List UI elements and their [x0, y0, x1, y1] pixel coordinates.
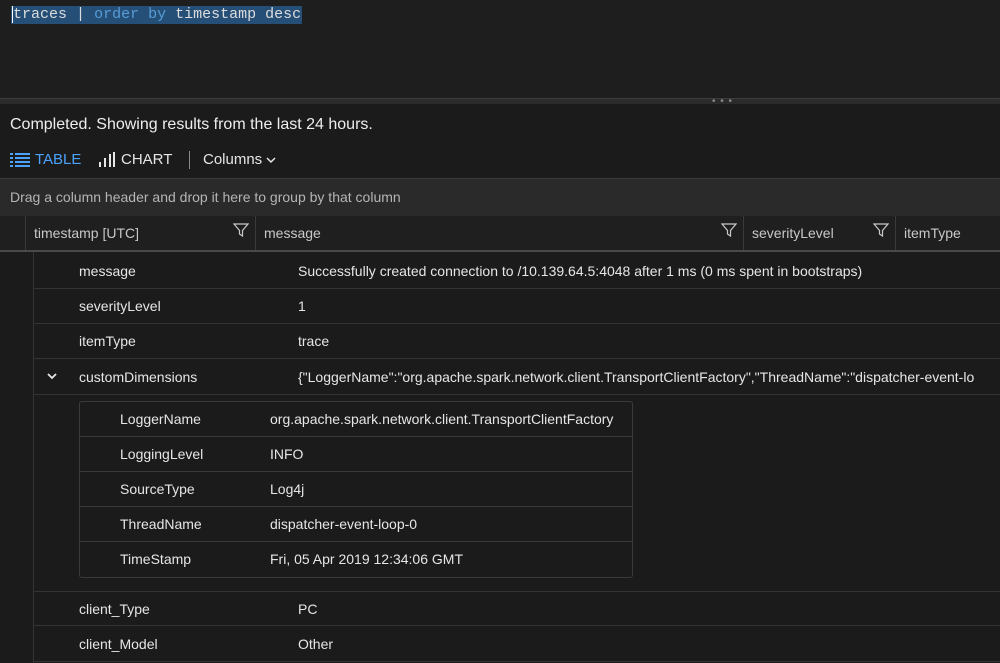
- nested-key: TimeStamp: [120, 551, 192, 567]
- columns-dropdown[interactable]: Columns: [203, 148, 281, 172]
- detail-row-client-type: client_Type PC: [33, 591, 1000, 626]
- group-by-drop-zone[interactable]: Drag a column header and drop it here to…: [0, 178, 1000, 217]
- bar-chart-icon: [99, 152, 115, 167]
- column-header-label: itemType: [904, 225, 961, 241]
- nested-value: org.apache.spark.network.client.Transpor…: [270, 411, 614, 427]
- detail-key: customDimensions: [79, 369, 198, 385]
- detail-row-itemtype: itemType trace: [33, 324, 1000, 359]
- detail-value: {"LoggerName":"org.apache.spark.network.…: [298, 369, 975, 385]
- detail-value: Other: [298, 636, 334, 652]
- group-by-hint: Drag a column header and drop it here to…: [10, 189, 401, 205]
- detail-key: client_Type: [79, 601, 150, 617]
- results-header: timestamp [UTC] message severityLevel it…: [0, 216, 1000, 252]
- detail-row-message: message Successfully created connection …: [33, 254, 1000, 289]
- query-text[interactable]: traces | order by timestamp desc: [11, 6, 303, 24]
- nested-row: LoggerName org.apache.spark.network.clie…: [80, 402, 632, 437]
- query-direction: desc: [265, 6, 302, 23]
- toolbar-divider: [189, 151, 190, 169]
- nested-key: LoggerName: [120, 411, 201, 427]
- nested-key: SourceType: [120, 481, 195, 497]
- column-header-message[interactable]: message: [255, 216, 743, 250]
- filter-icon[interactable]: [721, 222, 737, 238]
- column-header-label: timestamp [UTC]: [34, 225, 140, 241]
- detail-row-client-model: client_Model Other: [33, 627, 1000, 662]
- detail-key: message: [79, 263, 136, 279]
- query-pipe: |: [76, 6, 86, 23]
- expand-column-header: [0, 216, 25, 250]
- nested-key: LoggingLevel: [120, 446, 204, 462]
- query-editor[interactable]: traces | order by timestamp desc: [0, 0, 1000, 98]
- nested-row: ThreadName dispatcher-event-loop-0: [80, 507, 632, 542]
- column-header-severity[interactable]: severityLevel: [743, 216, 895, 250]
- detail-row-customdimensions[interactable]: customDimensions {"LoggerName":"org.apac…: [33, 360, 1000, 395]
- filter-icon[interactable]: [233, 222, 249, 238]
- query-table: traces: [12, 6, 68, 23]
- chart-view-label: CHART: [121, 151, 173, 168]
- detail-value: PC: [298, 601, 318, 617]
- query-keyword: order by: [94, 6, 167, 23]
- custom-dimensions-table: LoggerName org.apache.spark.network.clie…: [79, 401, 633, 578]
- table-view-label: TABLE: [35, 151, 82, 168]
- detail-row-severitylevel: severityLevel 1: [33, 289, 1000, 324]
- nested-value: Log4j: [270, 481, 305, 497]
- pane-splitter[interactable]: • • •: [0, 96, 1000, 107]
- column-header-label: message: [264, 225, 321, 241]
- status-message: Completed. Showing results from the last…: [10, 116, 373, 133]
- query-column: timestamp: [175, 6, 257, 23]
- detail-key: client_Model: [79, 636, 158, 652]
- nested-value: dispatcher-event-loop-0: [270, 516, 418, 532]
- columns-label: Columns: [203, 151, 263, 168]
- column-header-itemtype[interactable]: itemType: [895, 216, 1000, 250]
- table-view-button[interactable]: TABLE: [10, 148, 81, 172]
- nested-value: Fri, 05 Apr 2019 12:34:06 GMT: [270, 551, 463, 567]
- table-list-icon: [10, 153, 30, 167]
- nested-row: LoggingLevel INFO: [80, 437, 632, 472]
- column-header-timestamp[interactable]: timestamp [UTC]: [25, 216, 255, 250]
- filter-icon[interactable]: [873, 222, 889, 238]
- nested-row: SourceType Log4j: [80, 472, 632, 507]
- nested-value: INFO: [270, 446, 304, 462]
- chart-view-button[interactable]: CHART: [98, 148, 172, 172]
- detail-value: Successfully created connection to /10.1…: [298, 263, 863, 279]
- nested-row: TimeStamp Fri, 05 Apr 2019 12:34:06 GMT: [80, 542, 632, 577]
- splitter-grip-icon[interactable]: • • •: [712, 96, 733, 107]
- detail-key: severityLevel: [79, 298, 161, 314]
- results-toolbar: TABLE CHART Columns: [0, 148, 1000, 172]
- chevron-down-icon[interactable]: [46, 371, 58, 381]
- column-header-label: severityLevel: [752, 225, 834, 241]
- chevron-down-icon: [266, 157, 276, 164]
- detail-value: 1: [298, 298, 306, 314]
- detail-key: itemType: [79, 333, 136, 349]
- nested-key: ThreadName: [120, 516, 202, 532]
- detail-value: trace: [298, 333, 330, 349]
